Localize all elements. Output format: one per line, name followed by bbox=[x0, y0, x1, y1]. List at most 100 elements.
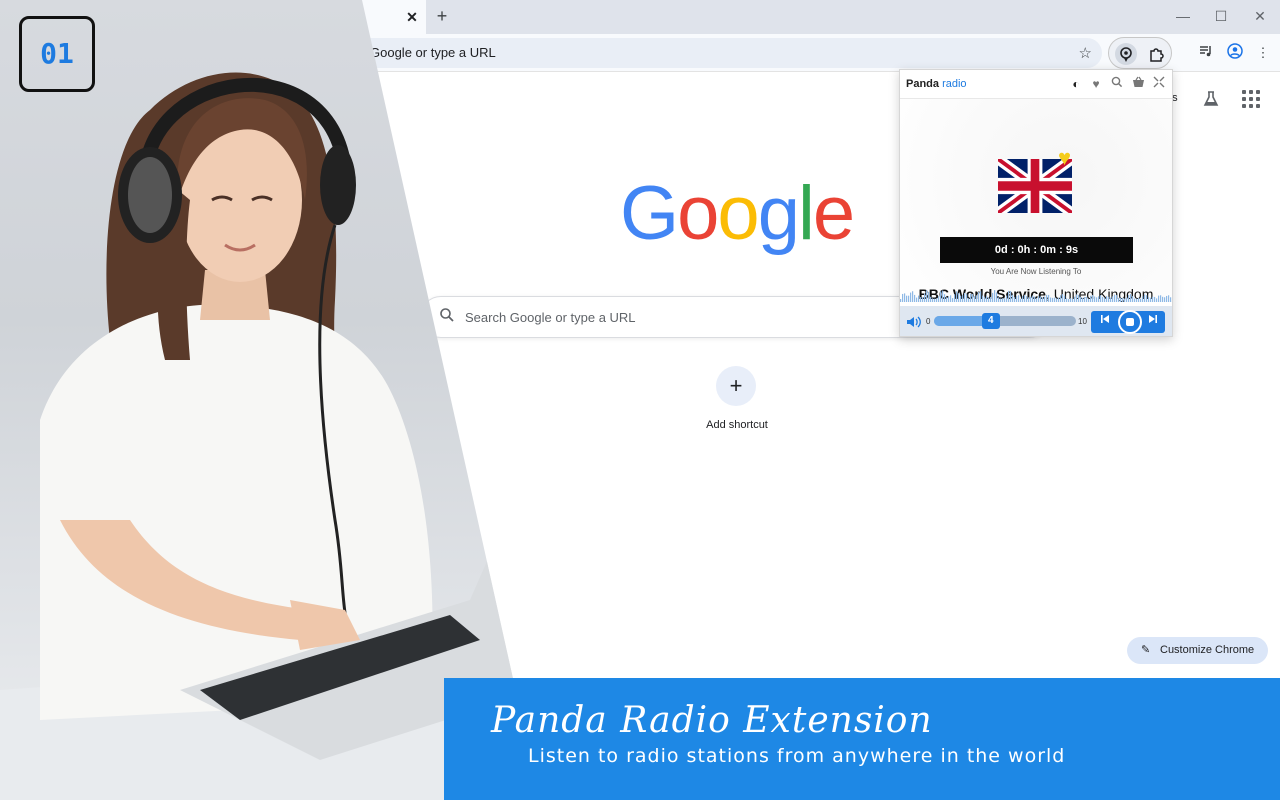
waveform-bar bbox=[908, 295, 910, 302]
playback-buttons bbox=[1091, 310, 1165, 334]
waveform-bar bbox=[972, 293, 974, 302]
waveform-bar bbox=[1100, 295, 1102, 302]
waveform-bar bbox=[1018, 295, 1020, 302]
waveform-bar bbox=[1122, 297, 1124, 302]
close-window-button[interactable]: ✕ bbox=[1248, 6, 1272, 26]
waveform-bar bbox=[1030, 296, 1032, 302]
waveform-bar bbox=[1036, 298, 1038, 302]
customize-chrome-label: Customize Chrome bbox=[1160, 644, 1255, 656]
customize-chrome-button[interactable]: ✎ Customize Chrome bbox=[1127, 637, 1268, 664]
add-shortcut-button[interactable]: + bbox=[716, 366, 756, 406]
player-controls: 0 4 10 bbox=[900, 306, 1172, 336]
google-logo-letter: e bbox=[812, 171, 855, 256]
extensions-puzzle-icon[interactable] bbox=[1145, 43, 1167, 65]
waveform-bar bbox=[1084, 297, 1086, 302]
waveform-bar bbox=[978, 291, 980, 302]
waveform-bar bbox=[1070, 298, 1072, 302]
shop-basket-icon[interactable] bbox=[1130, 76, 1146, 92]
waveform-bar bbox=[1004, 298, 1006, 302]
waveform-bar bbox=[954, 294, 956, 302]
waveform-bar bbox=[980, 291, 982, 302]
search-placeholder: Search Google or type a URL bbox=[465, 310, 636, 325]
waveform-bar bbox=[984, 297, 986, 302]
waveform-bar bbox=[928, 291, 930, 302]
waveform-bar bbox=[1014, 297, 1016, 302]
search-stations-icon[interactable] bbox=[1109, 76, 1125, 92]
waveform-bar bbox=[1132, 296, 1134, 302]
waveform-bar bbox=[918, 295, 920, 302]
popup-brand: Panda radio bbox=[906, 78, 967, 90]
waveform-bar bbox=[1060, 295, 1062, 302]
slide-number-badge: 01 bbox=[19, 16, 95, 92]
brand-accent: radio bbox=[942, 78, 967, 90]
waveform-bar bbox=[1150, 297, 1152, 302]
waveform-bar bbox=[976, 295, 978, 302]
popup-header: Panda radio ◐ ♥ bbox=[900, 70, 1172, 99]
waveform-bar bbox=[950, 295, 952, 302]
waveform-bar bbox=[1064, 295, 1066, 302]
waveform-bar bbox=[968, 298, 970, 302]
waveform-bar bbox=[1040, 296, 1042, 302]
waveform-bar bbox=[1046, 294, 1048, 302]
media-controls-icon[interactable] bbox=[1196, 43, 1216, 63]
chrome-labs-icon[interactable] bbox=[1202, 90, 1220, 113]
google-logo-letter: g bbox=[757, 171, 800, 256]
waveform-bar bbox=[1120, 297, 1122, 302]
volume-slider[interactable]: 4 bbox=[934, 313, 1076, 329]
waveform-bar bbox=[986, 295, 988, 302]
waveform-bar bbox=[904, 293, 906, 302]
volume-icon[interactable] bbox=[906, 315, 922, 332]
panda-radio-extension-icon[interactable] bbox=[1115, 43, 1137, 65]
waveform-bar bbox=[1094, 296, 1096, 302]
new-tab-button[interactable]: + bbox=[432, 6, 452, 26]
waveform-bar bbox=[964, 292, 966, 302]
volume-slider-thumb[interactable]: 4 bbox=[981, 313, 1000, 329]
waveform-bar bbox=[1066, 298, 1068, 302]
tab-close-icon[interactable]: ✕ bbox=[402, 7, 422, 27]
favorites-heart-icon[interactable]: ♥ bbox=[1088, 76, 1104, 92]
pencil-icon: ✎ bbox=[1141, 644, 1151, 656]
waveform-bar bbox=[1170, 297, 1172, 302]
waveform-bar bbox=[1152, 296, 1154, 302]
waveform-bar bbox=[1154, 296, 1156, 302]
waveform-bar bbox=[1124, 298, 1126, 302]
waveform-bar bbox=[930, 296, 932, 302]
chrome-menu-icon[interactable]: ⋮ bbox=[1253, 43, 1273, 63]
waveform-bar bbox=[1134, 298, 1136, 302]
bookmark-star-icon[interactable]: ☆ bbox=[1079, 44, 1092, 62]
waveform-bar bbox=[1158, 295, 1160, 302]
waveform-bar bbox=[1164, 297, 1166, 302]
waveform-bar bbox=[1148, 297, 1150, 302]
previous-station-icon[interactable] bbox=[1094, 311, 1116, 333]
favorite-station-heart-icon[interactable]: ♥ bbox=[1058, 147, 1071, 169]
waveform-bar bbox=[962, 295, 964, 302]
waveform-bar bbox=[1086, 296, 1088, 302]
address-bar[interactable]: Google or type a URL ☆ bbox=[340, 38, 1102, 68]
next-station-icon[interactable] bbox=[1142, 311, 1164, 333]
minimize-popup-icon[interactable] bbox=[1151, 76, 1167, 92]
minimize-button[interactable]: — bbox=[1171, 6, 1195, 26]
google-logo-letter: l bbox=[797, 171, 815, 256]
waveform-bar bbox=[992, 292, 994, 302]
waveform-bar bbox=[906, 295, 908, 302]
waveform-bar bbox=[1102, 296, 1104, 302]
maximize-button[interactable]: ☐ bbox=[1209, 6, 1233, 26]
google-apps-icon[interactable] bbox=[1242, 90, 1260, 108]
stop-button[interactable] bbox=[1118, 310, 1142, 334]
waveform-bar bbox=[1026, 296, 1028, 302]
waveform-bar bbox=[1000, 298, 1002, 302]
profile-avatar-icon[interactable] bbox=[1225, 43, 1245, 63]
waveform-bar bbox=[910, 292, 912, 302]
waveform-bar bbox=[1054, 297, 1056, 302]
panda-radio-popup: Panda radio ◐ ♥ ♥ 0d : 0h : 0m : 9s You … bbox=[899, 69, 1173, 337]
waveform-bar bbox=[1114, 294, 1116, 302]
waveform-bar bbox=[1090, 295, 1092, 302]
waveform-bar bbox=[988, 297, 990, 302]
waveform-bar bbox=[1024, 294, 1026, 302]
theme-toggle-icon[interactable]: ◐ bbox=[1068, 76, 1084, 92]
waveform-bar bbox=[1126, 297, 1128, 302]
waveform-bar bbox=[958, 293, 960, 302]
add-shortcut-label: Add shortcut bbox=[706, 419, 768, 431]
waveform-bar bbox=[1080, 296, 1082, 302]
google-logo-letter: o bbox=[717, 171, 759, 256]
